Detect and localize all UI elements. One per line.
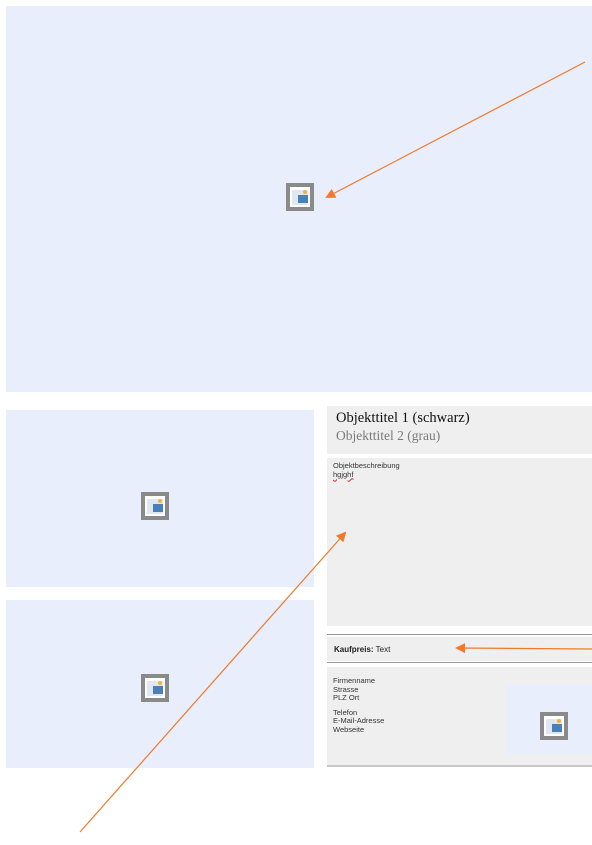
- picture-placeholder-icon: [140, 673, 170, 703]
- picture-placeholder-icon: [539, 711, 569, 741]
- logo-placeholder[interactable]: [506, 684, 592, 754]
- image-placeholder-2[interactable]: [6, 410, 314, 587]
- picture-placeholder-icon: [285, 182, 315, 212]
- picture-placeholder-icon: [140, 491, 170, 521]
- price-divider-bottom: [327, 662, 592, 663]
- website: Webseite: [333, 724, 365, 734]
- price-value[interactable]: Text: [376, 645, 391, 654]
- description-panel[interactable]: [327, 458, 592, 626]
- contact-divider-bottom: [327, 765, 592, 767]
- main-image-placeholder[interactable]: [6, 6, 592, 392]
- contact-block: Firmenname Strasse PLZ Ort Telefon E-Mai…: [333, 676, 384, 734]
- object-description: Objektbeschreibung hgjghf: [333, 461, 400, 479]
- city: PLZ Ort: [333, 693, 360, 702]
- price-label: Kaufpreis:: [334, 645, 374, 654]
- description-text: hgjghf: [333, 469, 354, 479]
- object-title-primary: Objekttitel 1 (schwarz): [336, 410, 470, 426]
- price-divider-top: [327, 634, 592, 635]
- image-placeholder-3[interactable]: [6, 600, 314, 768]
- object-title-secondary: Objekttitel 2 (grau): [336, 428, 441, 443]
- price-line: Kaufpreis: Text: [334, 645, 390, 654]
